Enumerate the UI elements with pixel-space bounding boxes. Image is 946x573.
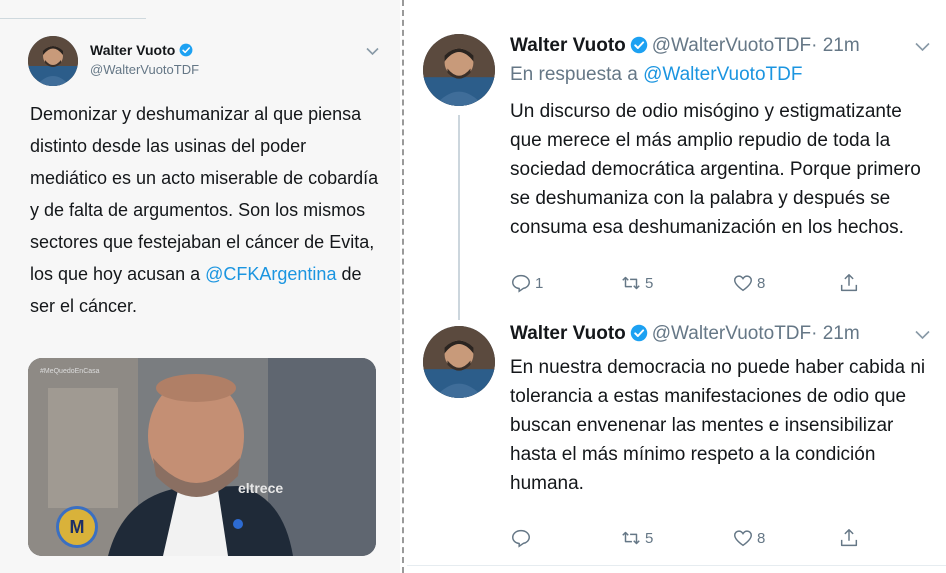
tweet-header: Walter Vuoto @WalterVuotoTDF· 21m bbox=[510, 35, 860, 57]
reply-icon bbox=[512, 274, 530, 293]
reply-button[interactable]: 1 bbox=[510, 272, 543, 294]
thread-connector-line bbox=[458, 115, 460, 320]
chevron-down-icon[interactable] bbox=[366, 44, 379, 59]
retweet-button[interactable]: 5 bbox=[620, 272, 653, 294]
reply-count: 1 bbox=[535, 274, 544, 292]
author-name[interactable]: Walter Vuoto bbox=[510, 323, 626, 344]
share-icon bbox=[840, 529, 858, 547]
heart-icon bbox=[734, 275, 752, 292]
reply-to-mention[interactable]: @WalterVuotoTDF bbox=[643, 64, 802, 85]
reply-button[interactable] bbox=[510, 527, 535, 549]
like-button[interactable]: 8 bbox=[732, 272, 765, 294]
like-count: 8 bbox=[757, 274, 766, 292]
divider-line bbox=[407, 565, 946, 566]
mention-link[interactable]: @CFKArgentina bbox=[205, 264, 336, 284]
author-handle[interactable]: @WalterVuotoTDF bbox=[652, 35, 811, 56]
tweet-actions: 5 8 bbox=[510, 527, 930, 553]
like-button[interactable]: 8 bbox=[732, 527, 765, 549]
retweet-button[interactable]: 5 bbox=[620, 527, 653, 549]
timestamp[interactable]: · 21m bbox=[811, 323, 860, 344]
tweet-header: Walter Vuoto @WalterVuotoTDF· 21m bbox=[510, 323, 860, 345]
share-icon bbox=[840, 274, 858, 292]
divider-line bbox=[0, 18, 146, 19]
verified-badge-icon bbox=[179, 43, 193, 57]
left-tweet-panel: Walter Vuoto @WalterVuotoTDF Demonizar y… bbox=[0, 0, 400, 573]
retweet-count: 5 bbox=[645, 274, 654, 292]
right-thread-panel: Walter Vuoto @WalterVuotoTDF· 21m En resp… bbox=[407, 0, 946, 573]
hashtag-overlay: #MeQuedoEnCasa bbox=[40, 368, 100, 375]
author-name[interactable]: Walter Vuoto bbox=[510, 35, 626, 56]
reply-label: En respuesta a bbox=[510, 64, 638, 85]
retweet-icon bbox=[622, 531, 640, 545]
avatar[interactable] bbox=[28, 36, 78, 86]
timestamp[interactable]: · 21m bbox=[811, 35, 860, 56]
verified-badge-icon bbox=[630, 36, 648, 54]
author-name-row[interactable]: Walter Vuoto bbox=[90, 42, 193, 58]
like-count: 8 bbox=[757, 529, 766, 547]
tweet-text: Un discurso de odio misógino y estigmati… bbox=[510, 101, 921, 238]
avatar-photo-icon bbox=[423, 34, 495, 106]
tweet-media-image[interactable]: #MeQuedoEnCasa eltrece M bbox=[28, 358, 376, 556]
retweet-icon bbox=[622, 276, 640, 290]
retweet-count: 5 bbox=[645, 529, 654, 547]
show-logo: M bbox=[56, 506, 98, 548]
channel-logo: eltrece bbox=[238, 480, 284, 496]
avatar-photo-icon bbox=[28, 36, 78, 86]
author-name[interactable]: Walter Vuoto bbox=[90, 42, 175, 58]
tweet-text-part: Demonizar y deshumanizar al que piensa d… bbox=[30, 104, 379, 284]
panel-divider bbox=[402, 0, 404, 573]
verified-badge-icon bbox=[630, 324, 648, 342]
reply-icon bbox=[512, 529, 530, 548]
tweet-text: En nuestra democracia no puede haber cab… bbox=[510, 357, 926, 494]
chevron-down-icon[interactable] bbox=[915, 39, 930, 56]
avatar[interactable] bbox=[423, 34, 495, 106]
author-handle[interactable]: @WalterVuotoTDF bbox=[90, 62, 199, 77]
tweet-text: Demonizar y deshumanizar al que piensa d… bbox=[30, 98, 385, 322]
share-button[interactable] bbox=[838, 527, 863, 549]
avatar-photo-icon bbox=[423, 326, 495, 398]
chevron-down-icon[interactable] bbox=[915, 327, 930, 344]
heart-icon bbox=[734, 530, 752, 547]
tweet-actions: 1 5 8 bbox=[510, 272, 930, 298]
share-button[interactable] bbox=[838, 272, 863, 294]
reply-context: En respuesta a @WalterVuotoTDF bbox=[510, 64, 802, 86]
avatar[interactable] bbox=[423, 326, 495, 398]
author-handle[interactable]: @WalterVuotoTDF bbox=[652, 323, 811, 344]
